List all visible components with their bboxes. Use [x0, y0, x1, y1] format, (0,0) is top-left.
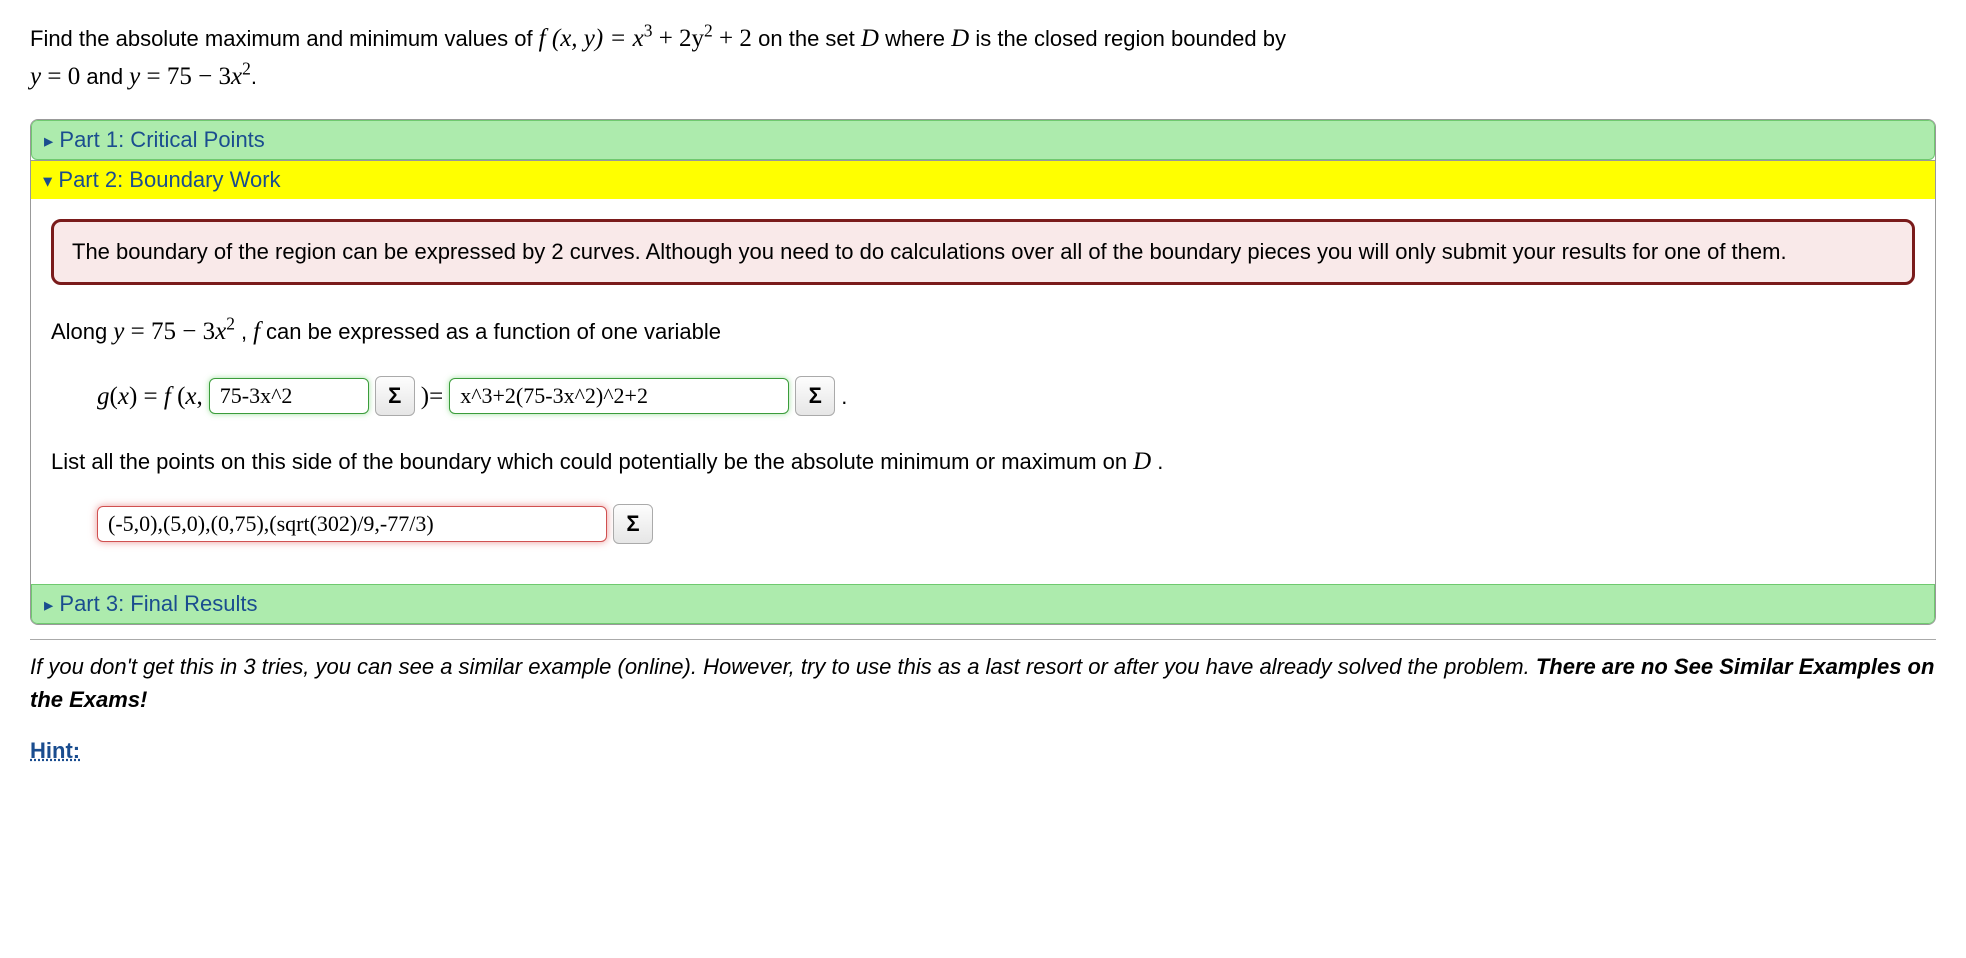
and-text: and [86, 64, 129, 89]
f-var: f [253, 309, 260, 354]
sigma-button-1[interactable]: Σ [375, 376, 415, 416]
boundary-points-input[interactable] [97, 506, 607, 542]
parabola: y = 75 − 3x2 [129, 63, 251, 90]
along-tail: can be expressed as a function of one va… [266, 312, 721, 352]
problem-intro: Find the absolute maximum and minimum va… [30, 26, 539, 51]
part-3-header[interactable]: Part 3: Final Results [31, 584, 1935, 624]
fxy-math: f (x, y) = x3 + 2y2 + 2 [539, 25, 758, 52]
list-period: . [1157, 442, 1163, 482]
closed-text: is the closed region bounded by [975, 26, 1286, 51]
part-2-header[interactable]: Part 2: Boundary Work [31, 160, 1935, 199]
chevron-right-icon [44, 127, 53, 153]
set-D-2: D [951, 25, 969, 52]
gx-mid: )= [421, 374, 443, 419]
gx-line: g(x) = f (x, Σ )= Σ . [51, 374, 1915, 419]
hint-link[interactable]: Hint: [30, 738, 80, 764]
part-2-title: Part 2: Boundary Work [58, 167, 280, 193]
points-input-line: Σ [51, 504, 1915, 544]
gx-period: . [841, 377, 847, 417]
y0: y = 0 [30, 63, 80, 90]
part-3-title: Part 3: Final Results [59, 591, 257, 617]
footer-italic: If you don't get this in 3 tries, you ca… [30, 654, 1536, 679]
on-set: on the set [758, 26, 861, 51]
gx-expression-input[interactable] [449, 378, 789, 414]
list-points-line: List all the points on this side of the … [51, 439, 1915, 484]
gx-lhs: g(x) = f (x, [97, 374, 203, 419]
accordion-container: Part 1: Critical Points Part 2: Boundary… [30, 119, 1936, 625]
part-1-header[interactable]: Part 1: Critical Points [31, 120, 1935, 160]
along-curve: y = 75 − 3x2 [113, 309, 235, 354]
chevron-right-icon-2 [44, 591, 53, 617]
sigma-button-2[interactable]: Σ [795, 376, 835, 416]
along-line: Along y = 75 − 3x2, f can be expressed a… [51, 309, 1915, 354]
along-pre: Along [51, 312, 107, 352]
period: . [251, 64, 257, 89]
part-1-title: Part 1: Critical Points [59, 127, 264, 153]
chevron-down-icon [43, 167, 52, 193]
sigma-button-3[interactable]: Σ [613, 504, 653, 544]
set-D-3: D [1133, 439, 1151, 484]
info-box: The boundary of the region can be expres… [51, 219, 1915, 285]
part-2-content: The boundary of the region can be expres… [31, 199, 1935, 584]
along-comma: , [241, 312, 247, 352]
footer-note: If you don't get this in 3 tries, you ca… [30, 639, 1936, 716]
set-D-1: D [861, 25, 879, 52]
problem-statement: Find the absolute maximum and minimum va… [30, 20, 1936, 95]
y-substitution-input[interactable] [209, 378, 369, 414]
where-text: where [885, 26, 951, 51]
list-points-text: List all the points on this side of the … [51, 442, 1127, 482]
